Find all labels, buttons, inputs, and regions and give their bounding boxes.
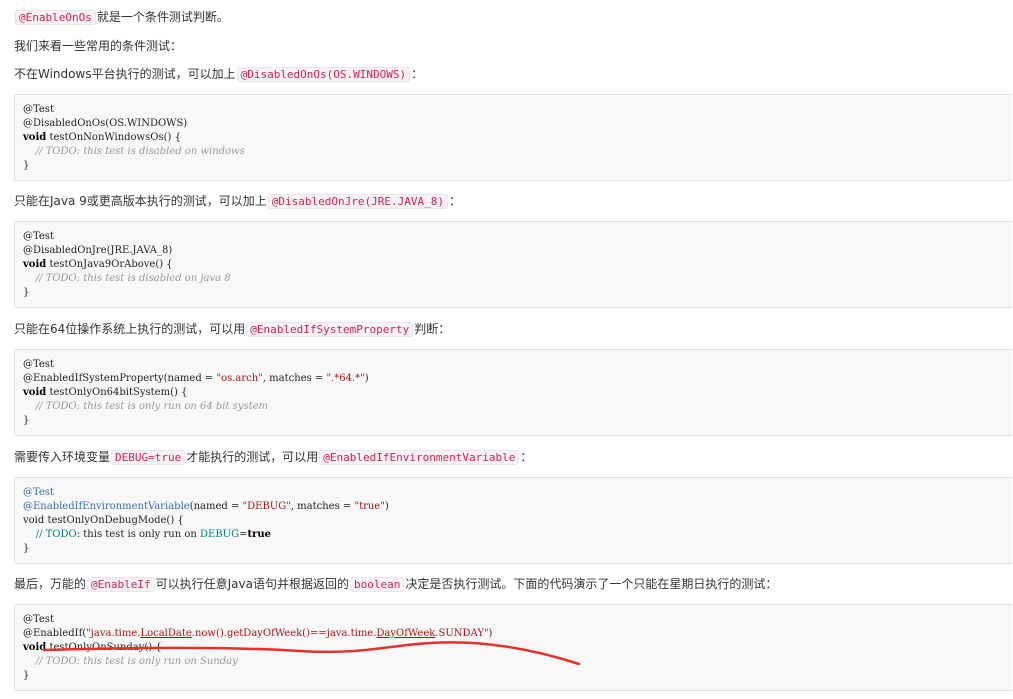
keyword: void: [23, 387, 47, 398]
code-line: }: [23, 670, 30, 681]
code-comment: TODO: [45, 529, 77, 540]
paragraph-text: 才能执行的测试，可以用: [186, 450, 319, 464]
code-block-enabledifenvironmentvariable: @Test @EnabledIfEnvironmentVariable(named…: [14, 477, 1012, 564]
paragraph-text: 就是一个条件测试判断。: [96, 10, 229, 24]
paragraph-text: 我们来看一些常用的条件测试：: [14, 39, 183, 53]
paragraph-enabledifenvironmentvariable: 需要传入环境变量 DEBUG=true 才能执行的测试，可以用 @EnabledIfE…: [14, 448, 532, 467]
code-line: @EnabledIfEnvironmentVariable(named = "D…: [23, 500, 1012, 514]
code-text: , matches =: [290, 501, 355, 512]
string-literal: .now().getDayOfWeek()==java.time.: [191, 628, 377, 639]
paragraph-text: 决定是否执行测试。下面的代码演示了一个只能在星期日执行的测试：: [405, 577, 778, 591]
string-literal: "java.time.: [86, 628, 141, 639]
string-literal: .SUNDAY": [435, 628, 489, 639]
code-line: void testOnlyOn64bitSystem() {: [23, 386, 1012, 400]
code-line: @Test: [23, 614, 54, 625]
code-block-disabledonjre: @Test @DisabledOnJre(JRE.JAVA_8)void test…: [14, 221, 1012, 308]
string-literal: "true": [354, 501, 385, 512]
keyword: void: [23, 259, 47, 270]
code-line: // TODO: this test is only run on DEBUG=…: [23, 528, 1012, 542]
string-literal: ".*64.*": [326, 373, 365, 384]
string-literal: DayOfWeek: [376, 628, 436, 639]
paragraph-disabledonjre: 只能在Java 9或更高版本执行的测试，可以加上 @DisabledOnJre(J…: [14, 192, 461, 211]
keyword: true: [247, 529, 272, 540]
code-line: }: [23, 415, 30, 426]
code-line: @Test: [23, 231, 54, 242]
keyword: void: [23, 642, 47, 653]
code-text: @EnabledIf(: [23, 628, 87, 639]
code-comment: // TODO: this test is only run on Sunday: [23, 656, 238, 667]
code-text: (named =: [189, 501, 243, 512]
paragraph-text: 只能在Java 9或更高版本执行的测试，可以加上: [14, 194, 267, 208]
string-literal: LocalDate: [140, 628, 192, 639]
code-text: ): [384, 501, 389, 512]
inline-code-enabledifenvironmentvariable: @EnabledIfEnvironmentVariable: [319, 450, 520, 465]
code-comment: // TODO: this test is disabled on java 8: [23, 273, 231, 284]
code-line: @Test: [23, 359, 54, 370]
inline-code-enableonos: @EnableOnOs: [15, 10, 96, 25]
paragraph-text: 可以执行任意Java语句并根据返回的: [155, 577, 349, 591]
paragraph-intro: 我们来看一些常用的条件测试：: [14, 37, 182, 55]
code-text: DEBUG: [200, 529, 240, 540]
paragraph-text: ：: [449, 194, 462, 208]
paragraph-text: ：: [520, 450, 533, 464]
paragraph-enableonos: @EnableOnOs 就是一个条件测试判断。: [14, 8, 229, 27]
code-line: }: [23, 160, 30, 171]
paragraph-disabledonos: 不在Windows平台执行的测试，可以加上 @DisabledOnOs(OS.WI…: [14, 65, 423, 84]
paragraph-text: 只能在64位操作系统上执行的测试，可以用: [14, 322, 246, 336]
paragraph-text: 需要传入环境变量: [14, 450, 111, 464]
code-line: @EnabledIf("java.time.LocalDate.now().ge…: [23, 627, 1012, 641]
paragraph-enableif: 最后，万能的 @EnableIf 可以执行任意Java语句并根据返回的 boolean…: [14, 575, 777, 594]
paragraph-enabledifsystemproperty: 只能在64位操作系统上执行的测试，可以用 @EnabledIfSystemProp…: [14, 320, 450, 339]
code-block-enabledif: @Test @EnabledIf("java.time.LocalDate.now…: [14, 604, 1012, 691]
code-block-enabledifsystemproperty: @Test @EnabledIfSystemProperty(named = "o…: [14, 349, 1012, 436]
code-line: void testOnJava9OrAbove() {: [23, 258, 1012, 272]
paragraph-text: 判断：: [414, 322, 451, 336]
code-line: void testOnNonWindowsOs() {: [23, 131, 1012, 145]
code-line: @DisabledOnJre(JRE.JAVA_8): [23, 245, 173, 256]
paragraph-text: ：: [411, 67, 424, 81]
inline-code-disabledonjre: @DisabledOnJre(JRE.JAVA_8): [267, 194, 448, 209]
code-text: testOnlyOnSunday() {: [46, 642, 162, 653]
code-comment: // TODO: this test is only run on 64 bit…: [23, 401, 269, 412]
code-line: @EnabledIfSystemProperty(named = "os.arc…: [23, 372, 1012, 386]
code-line: @DisabledOnOs(OS.WINDOWS): [23, 118, 188, 129]
inline-code-boolean: boolean: [349, 577, 405, 592]
code-text: @EnabledIfSystemProperty(named =: [23, 373, 217, 384]
code-text: testOnNonWindowsOs() {: [46, 132, 181, 143]
string-literal: "DEBUG": [242, 501, 291, 512]
code-comment: // TODO: this test is disabled on window…: [23, 146, 245, 157]
code-line: }: [23, 543, 30, 554]
code-line: }: [23, 287, 30, 298]
inline-code-debug-true: DEBUG=true: [111, 450, 186, 465]
code-text: , matches =: [262, 373, 327, 384]
inline-code-enabledifsystemproperty: @EnabledIfSystemProperty: [246, 322, 414, 337]
code-comment: //: [23, 529, 46, 540]
code-line: @Test: [23, 104, 54, 115]
code-text: : this test is only run on: [76, 529, 200, 540]
code-block-disabledonos: @Test @DisabledOnOs(OS.WINDOWS) void testO…: [14, 94, 1012, 181]
string-literal: "os.arch": [216, 373, 263, 384]
annotation: @EnabledIfEnvironmentVariable: [23, 501, 190, 512]
code-text: testOnlyOn64bitSystem() {: [46, 387, 188, 398]
code-line: @Test: [23, 487, 54, 498]
inline-code-disabledonos: @DisabledOnOs(OS.WINDOWS): [236, 67, 411, 82]
keyword: void: [23, 132, 47, 143]
paragraph-text: 最后，万能的: [14, 577, 87, 591]
code-text: ): [488, 628, 493, 639]
paragraph-text: 不在Windows平台执行的测试，可以加上: [14, 67, 236, 81]
code-line: void testOnlyOnSunday() {: [23, 641, 1012, 655]
inline-code-enableif: @EnableIf: [87, 577, 155, 592]
code-line: void testOnlyOnDebugMode() {: [23, 515, 184, 526]
code-text: ): [364, 373, 369, 384]
code-text: testOnJava9OrAbove() {: [46, 259, 173, 270]
